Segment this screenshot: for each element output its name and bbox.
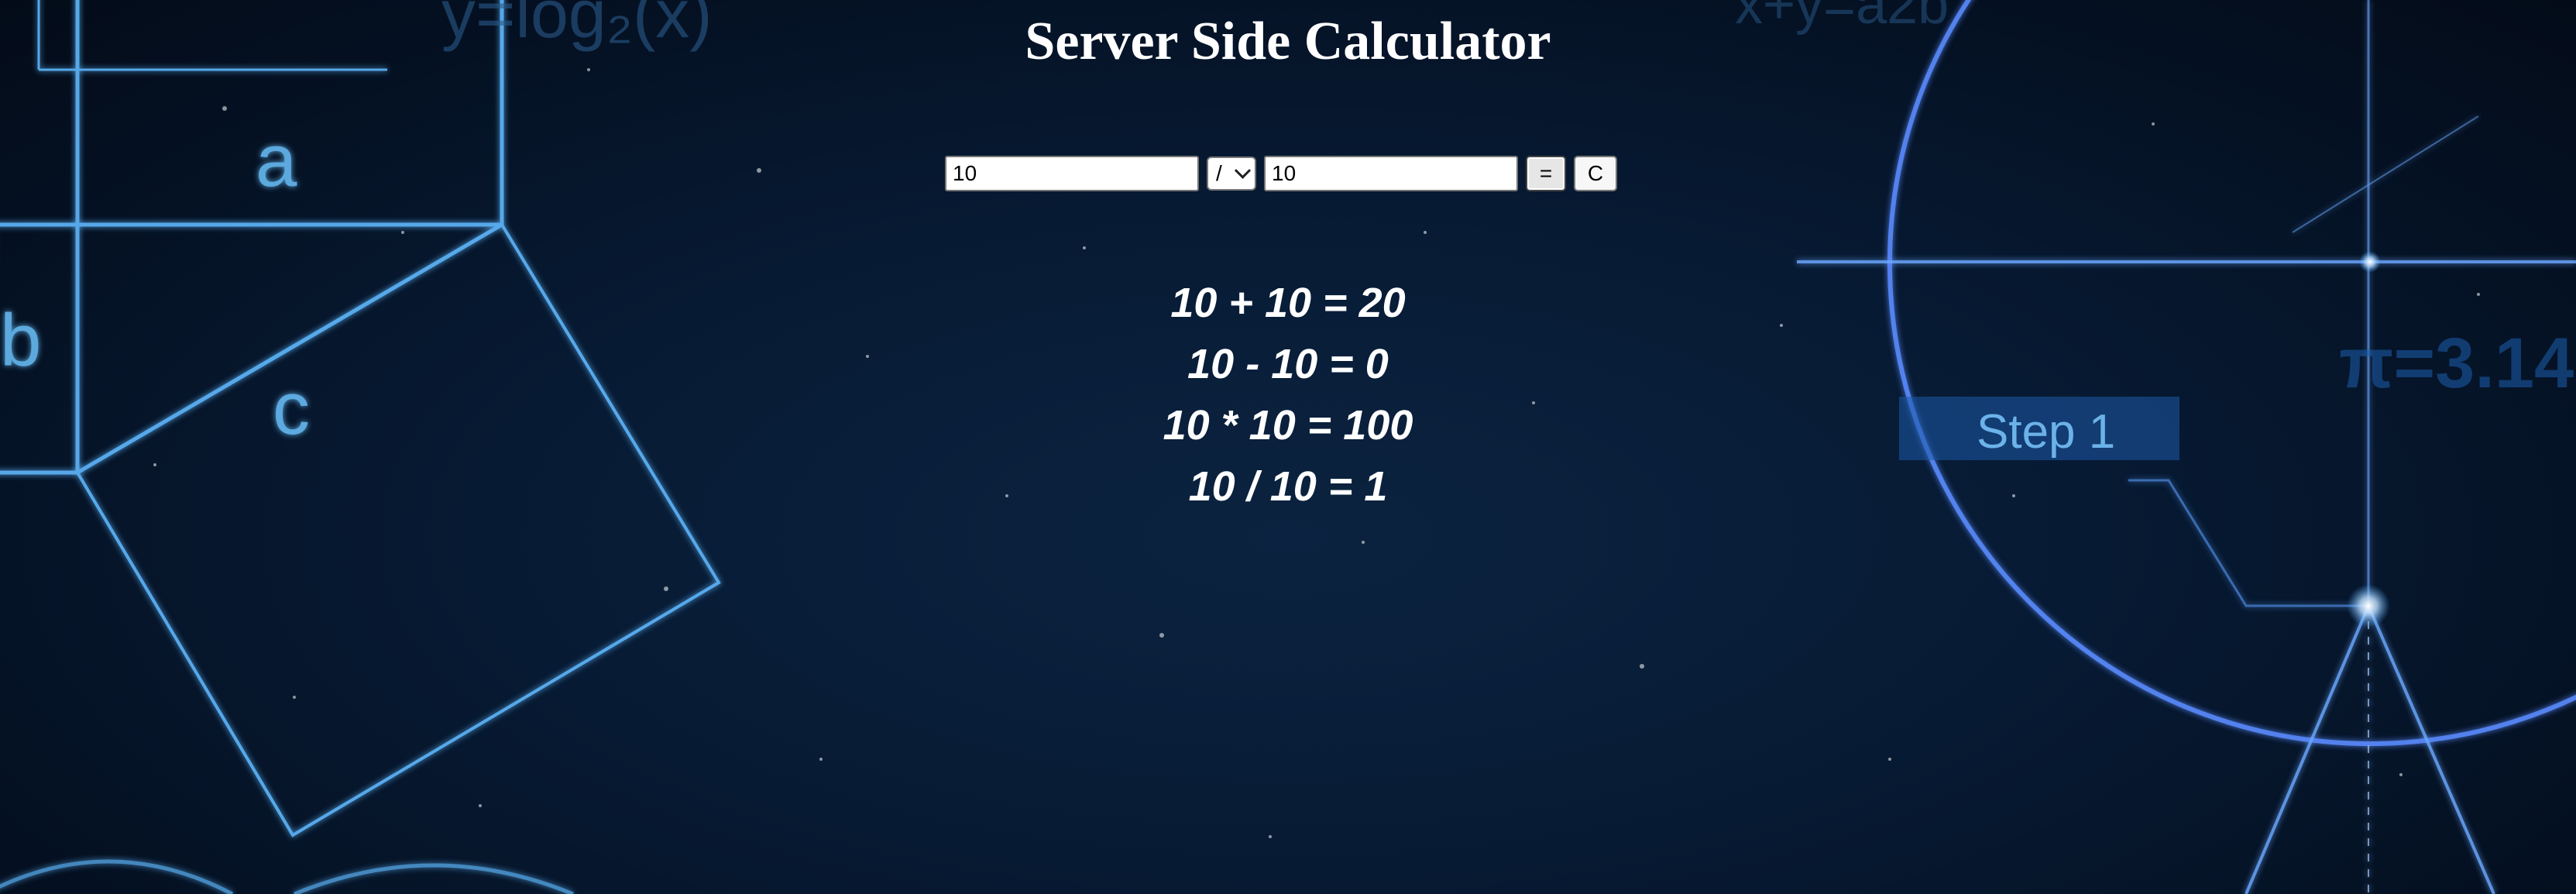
results-history: 10 + 10 = 20 10 - 10 = 0 10 * 10 = 100 1…	[0, 273, 2576, 517]
operand2-input[interactable]	[1264, 156, 1518, 191]
history-item: 10 - 10 = 0	[1187, 341, 1389, 387]
page-title: Server Side Calculator	[1025, 12, 1551, 71]
clear-button[interactable]: C	[1574, 156, 1617, 191]
label-a: a	[256, 119, 297, 202]
history-item: 10 / 10 = 1	[1188, 463, 1388, 510]
operand1-input[interactable]	[945, 156, 1199, 191]
calculator-form: / = C	[945, 155, 1617, 192]
chevron-down-icon	[1234, 162, 1252, 179]
equals-button[interactable]: =	[1526, 156, 1566, 191]
history-item: 10 * 10 = 100	[1163, 402, 1413, 449]
history-item: 10 + 10 = 20	[1170, 280, 1406, 326]
operator-value: /	[1216, 161, 1222, 185]
operator-select[interactable]: /	[1207, 156, 1256, 191]
